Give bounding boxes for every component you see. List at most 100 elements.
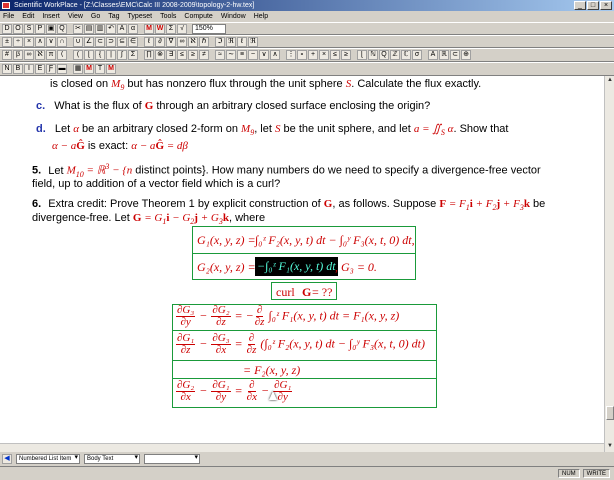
symbol-button-16[interactable]: ℵ <box>188 36 198 47</box>
tag-button-7[interactable]: M <box>84 64 94 74</box>
g-definition-box[interactable]: G₁(x, y, z) = ∫₀ᶻ F₂(x, y, t) dt − ∫₀ʸ F… <box>192 226 416 280</box>
menu-tools[interactable]: Tools <box>160 11 176 22</box>
standard-button-9[interactable]: ↶ <box>106 23 116 34</box>
math-button-5[interactable]: ⟨ <box>57 50 67 60</box>
symbol-button-2[interactable]: × <box>24 36 34 47</box>
selected-expression[interactable]: −∫₀ᶻ F₁(x, y, t) dt <box>255 257 338 276</box>
math-button-35[interactable]: σ <box>412 50 422 60</box>
standard-button-4[interactable]: ▣ <box>46 23 56 34</box>
menu-tag[interactable]: Tag <box>108 11 119 22</box>
symbol-button-19[interactable]: ℜ <box>226 36 236 47</box>
math-button-10[interactable]: ∫ <box>117 50 127 60</box>
math-button-37[interactable]: ℝ <box>439 50 449 60</box>
math-button-23[interactable]: ∧ <box>270 50 280 60</box>
menu-go[interactable]: Go <box>91 11 100 22</box>
math-button-4[interactable]: π <box>46 50 56 60</box>
maximize-button[interactable]: □ <box>587 1 599 10</box>
symbol-button-15[interactable]: ∞ <box>177 36 187 47</box>
math-button-3[interactable]: ℵ <box>35 50 45 60</box>
scroll-thumb[interactable] <box>606 406 614 420</box>
tag-button-2[interactable]: I <box>24 64 34 74</box>
standard-button-13[interactable]: W <box>155 23 165 34</box>
standard-button-6[interactable]: ✂ <box>73 23 83 34</box>
math-button-2[interactable]: ∞ <box>24 50 34 60</box>
math-button-27[interactable]: × <box>319 50 329 60</box>
math-button-36[interactable]: A <box>428 50 438 60</box>
standard-button-0[interactable]: D <box>2 23 12 34</box>
math-button-31[interactable]: ℕ <box>368 50 378 60</box>
section-tag-select[interactable] <box>144 454 200 464</box>
tag-button-1[interactable]: B <box>13 64 23 74</box>
math-button-33[interactable]: ℤ <box>390 50 400 60</box>
tag-button-9[interactable]: M <box>106 64 116 74</box>
menu-view[interactable]: View <box>68 11 83 22</box>
math-button-16[interactable]: ≥ <box>188 50 198 60</box>
math-button-13[interactable]: ⊗ <box>155 50 165 60</box>
math-button-1[interactable]: β <box>13 50 23 60</box>
tag-back-icon[interactable]: ◀ <box>2 454 12 464</box>
symbol-button-6[interactable]: ∪ <box>73 36 83 47</box>
symbol-button-3[interactable]: ∧ <box>35 36 45 47</box>
standard-button-3[interactable]: P <box>35 23 45 34</box>
tag-button-8[interactable]: T <box>95 64 105 74</box>
symbol-button-11[interactable]: ∈ <box>128 36 138 47</box>
tag-button-4[interactable]: Ƒ <box>46 64 56 74</box>
math-button-18[interactable]: ≈ <box>215 50 225 60</box>
menu-help[interactable]: Help <box>254 11 268 22</box>
math-button-21[interactable]: ~ <box>248 50 258 60</box>
symbol-button-5[interactable]: ∩ <box>57 36 67 47</box>
tag-button-3[interactable]: E <box>35 64 45 74</box>
math-button-20[interactable]: ≡ <box>237 50 247 60</box>
tag-button-5[interactable]: ▬ <box>57 64 67 74</box>
vertical-scrollbar[interactable]: ▲ ▼ <box>604 76 614 452</box>
symbol-button-12[interactable]: ℓ <box>144 36 154 47</box>
math-button-25[interactable]: ∘ <box>297 50 307 60</box>
text-tag-select[interactable]: Body Text <box>84 454 140 464</box>
math-button-6[interactable]: ( <box>73 50 83 60</box>
menu-file[interactable]: File <box>3 11 14 22</box>
math-button-19[interactable]: ∼ <box>226 50 236 60</box>
symbol-button-20[interactable]: ℓ <box>237 36 247 47</box>
scroll-down-icon[interactable]: ▼ <box>606 442 614 451</box>
standard-button-8[interactable]: ▥ <box>95 23 105 34</box>
standard-button-11[interactable]: α <box>128 23 138 34</box>
symbol-button-13[interactable]: ∂ <box>155 36 165 47</box>
menu-typeset[interactable]: Typeset <box>128 11 153 22</box>
standard-button-12[interactable]: M <box>144 23 154 34</box>
symbol-button-18[interactable]: ℑ <box>215 36 225 47</box>
standard-button-15[interactable]: √ <box>177 23 187 34</box>
math-button-26[interactable]: + <box>308 50 318 60</box>
tag-button-0[interactable]: N <box>2 64 12 74</box>
math-button-30[interactable]: [ <box>357 50 367 60</box>
math-button-7[interactable]: [ <box>84 50 94 60</box>
math-button-24[interactable]: ⋮ <box>286 50 296 60</box>
list-tag-select[interactable]: Numbered List Item <box>16 454 80 464</box>
symbol-button-10[interactable]: ⊆ <box>117 36 127 47</box>
standard-button-10[interactable]: A <box>117 23 127 34</box>
standard-button-5[interactable]: Q <box>57 23 67 34</box>
symbol-button-7[interactable]: ∠ <box>84 36 94 47</box>
symbol-button-0[interactable]: ± <box>2 36 12 47</box>
minimize-button[interactable]: _ <box>574 1 586 10</box>
math-button-29[interactable]: ≥ <box>341 50 351 60</box>
math-button-17[interactable]: ≠ <box>199 50 209 60</box>
menu-window[interactable]: Window <box>221 11 246 22</box>
standard-button-1[interactable]: O <box>13 23 23 34</box>
standard-button-7[interactable]: ▤ <box>84 23 94 34</box>
curl-components-box[interactable]: ∂G₃ ∂y − ∂G₂ ∂z = − ∂ ∂z ∫₀ᶻ F₁(x, y, t) dt … <box>172 304 437 408</box>
scroll-up-icon[interactable]: ▲ <box>606 76 614 85</box>
math-button-28[interactable]: ≤ <box>330 50 340 60</box>
math-button-32[interactable]: Q <box>379 50 389 60</box>
math-button-38[interactable]: ⊂ <box>450 50 460 60</box>
math-button-11[interactable]: Σ <box>128 50 138 60</box>
math-button-22[interactable]: ∨ <box>259 50 269 60</box>
horizontal-scrollbar[interactable] <box>0 443 604 452</box>
menu-compute[interactable]: Compute <box>184 11 212 22</box>
symbol-button-21[interactable]: ℜ <box>248 36 258 47</box>
standard-button-14[interactable]: Σ <box>166 23 176 34</box>
math-button-0[interactable]: # <box>2 50 12 60</box>
symbol-button-14[interactable]: ∇ <box>166 36 176 47</box>
symbol-button-1[interactable]: ÷ <box>13 36 23 47</box>
math-button-34[interactable]: ℂ <box>401 50 411 60</box>
symbol-button-17[interactable]: ℏ <box>199 36 209 47</box>
